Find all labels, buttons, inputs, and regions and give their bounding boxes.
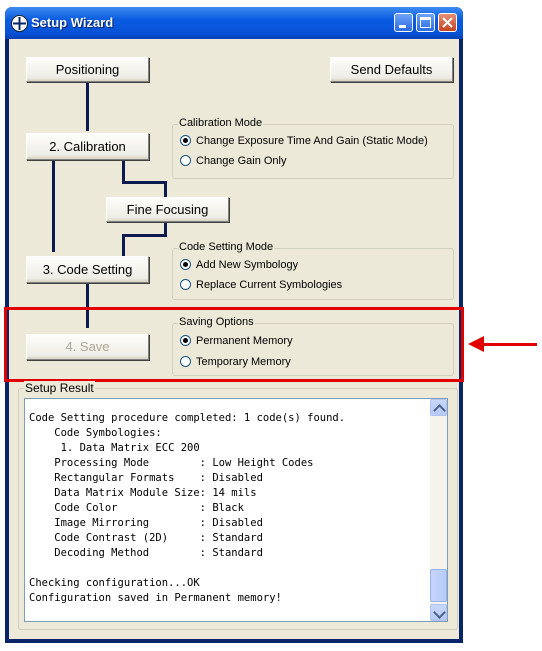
connector-line <box>164 181 167 197</box>
option-label: Replace Current Symbologies <box>196 279 343 291</box>
radio-replace-symbologies[interactable]: Replace Current Symbologies <box>180 279 342 291</box>
arrow-head-icon <box>468 336 484 352</box>
code-setting-mode-group <box>172 248 454 300</box>
connector-line <box>122 234 167 237</box>
connector-line <box>52 159 55 252</box>
scroll-thumb[interactable] <box>430 569 447 602</box>
option-label: Change Exposure Time And Gain (Static Mo… <box>196 135 428 147</box>
calibration-button[interactable]: 2. Calibration <box>26 133 149 160</box>
app-icon <box>11 15 28 32</box>
chevron-down-icon <box>433 606 446 619</box>
radio-change-gain-only[interactable]: Change Gain Only <box>180 155 287 167</box>
calibration-mode-legend: Calibration Mode <box>178 117 264 129</box>
window-title: Setup Wizard <box>31 15 114 30</box>
setup-result-text: Code Setting procedure completed: 1 code… <box>29 412 346 604</box>
minimize-button[interactable] <box>394 13 413 32</box>
radio-change-exposure-gain[interactable]: Change Exposure Time And Gain (Static Mo… <box>180 135 428 147</box>
maximize-icon <box>420 17 431 28</box>
radio-selected-icon <box>180 135 191 146</box>
scroll-up-button[interactable] <box>430 399 447 417</box>
chevron-up-icon <box>433 404 446 417</box>
code-setting-mode-legend: Code Setting Mode <box>178 241 275 253</box>
close-button[interactable] <box>438 13 457 32</box>
option-label: Add New Symbology <box>196 259 299 271</box>
arrow-icon <box>480 343 537 346</box>
radio-unselected-icon <box>180 155 191 166</box>
code-setting-button[interactable]: 3. Code Setting <box>26 256 149 283</box>
radio-add-new-symbology[interactable]: Add New Symbology <box>180 259 298 271</box>
connector-line <box>122 181 167 184</box>
setup-result-label: Setup Result <box>24 381 95 395</box>
close-icon <box>442 17 453 28</box>
vertical-scrollbar[interactable] <box>430 399 447 621</box>
calibration-mode-group <box>172 124 454 179</box>
title-bar[interactable]: Setup Wizard <box>5 7 463 39</box>
radio-selected-icon <box>180 259 191 270</box>
send-defaults-button[interactable]: Send Defaults <box>330 57 453 82</box>
maximize-button[interactable] <box>416 13 435 32</box>
connector-line <box>122 234 125 256</box>
highlight-box <box>4 307 464 382</box>
positioning-button[interactable]: Positioning <box>26 57 149 82</box>
setup-result-textbox[interactable]: Code Setting procedure completed: 1 code… <box>24 398 448 622</box>
connector-line <box>86 81 89 131</box>
radio-unselected-icon <box>180 279 191 290</box>
minimize-icon <box>399 25 406 28</box>
scroll-down-button[interactable] <box>430 604 447 621</box>
fine-focusing-button[interactable]: Fine Focusing <box>106 197 229 222</box>
option-label: Change Gain Only <box>196 155 287 167</box>
